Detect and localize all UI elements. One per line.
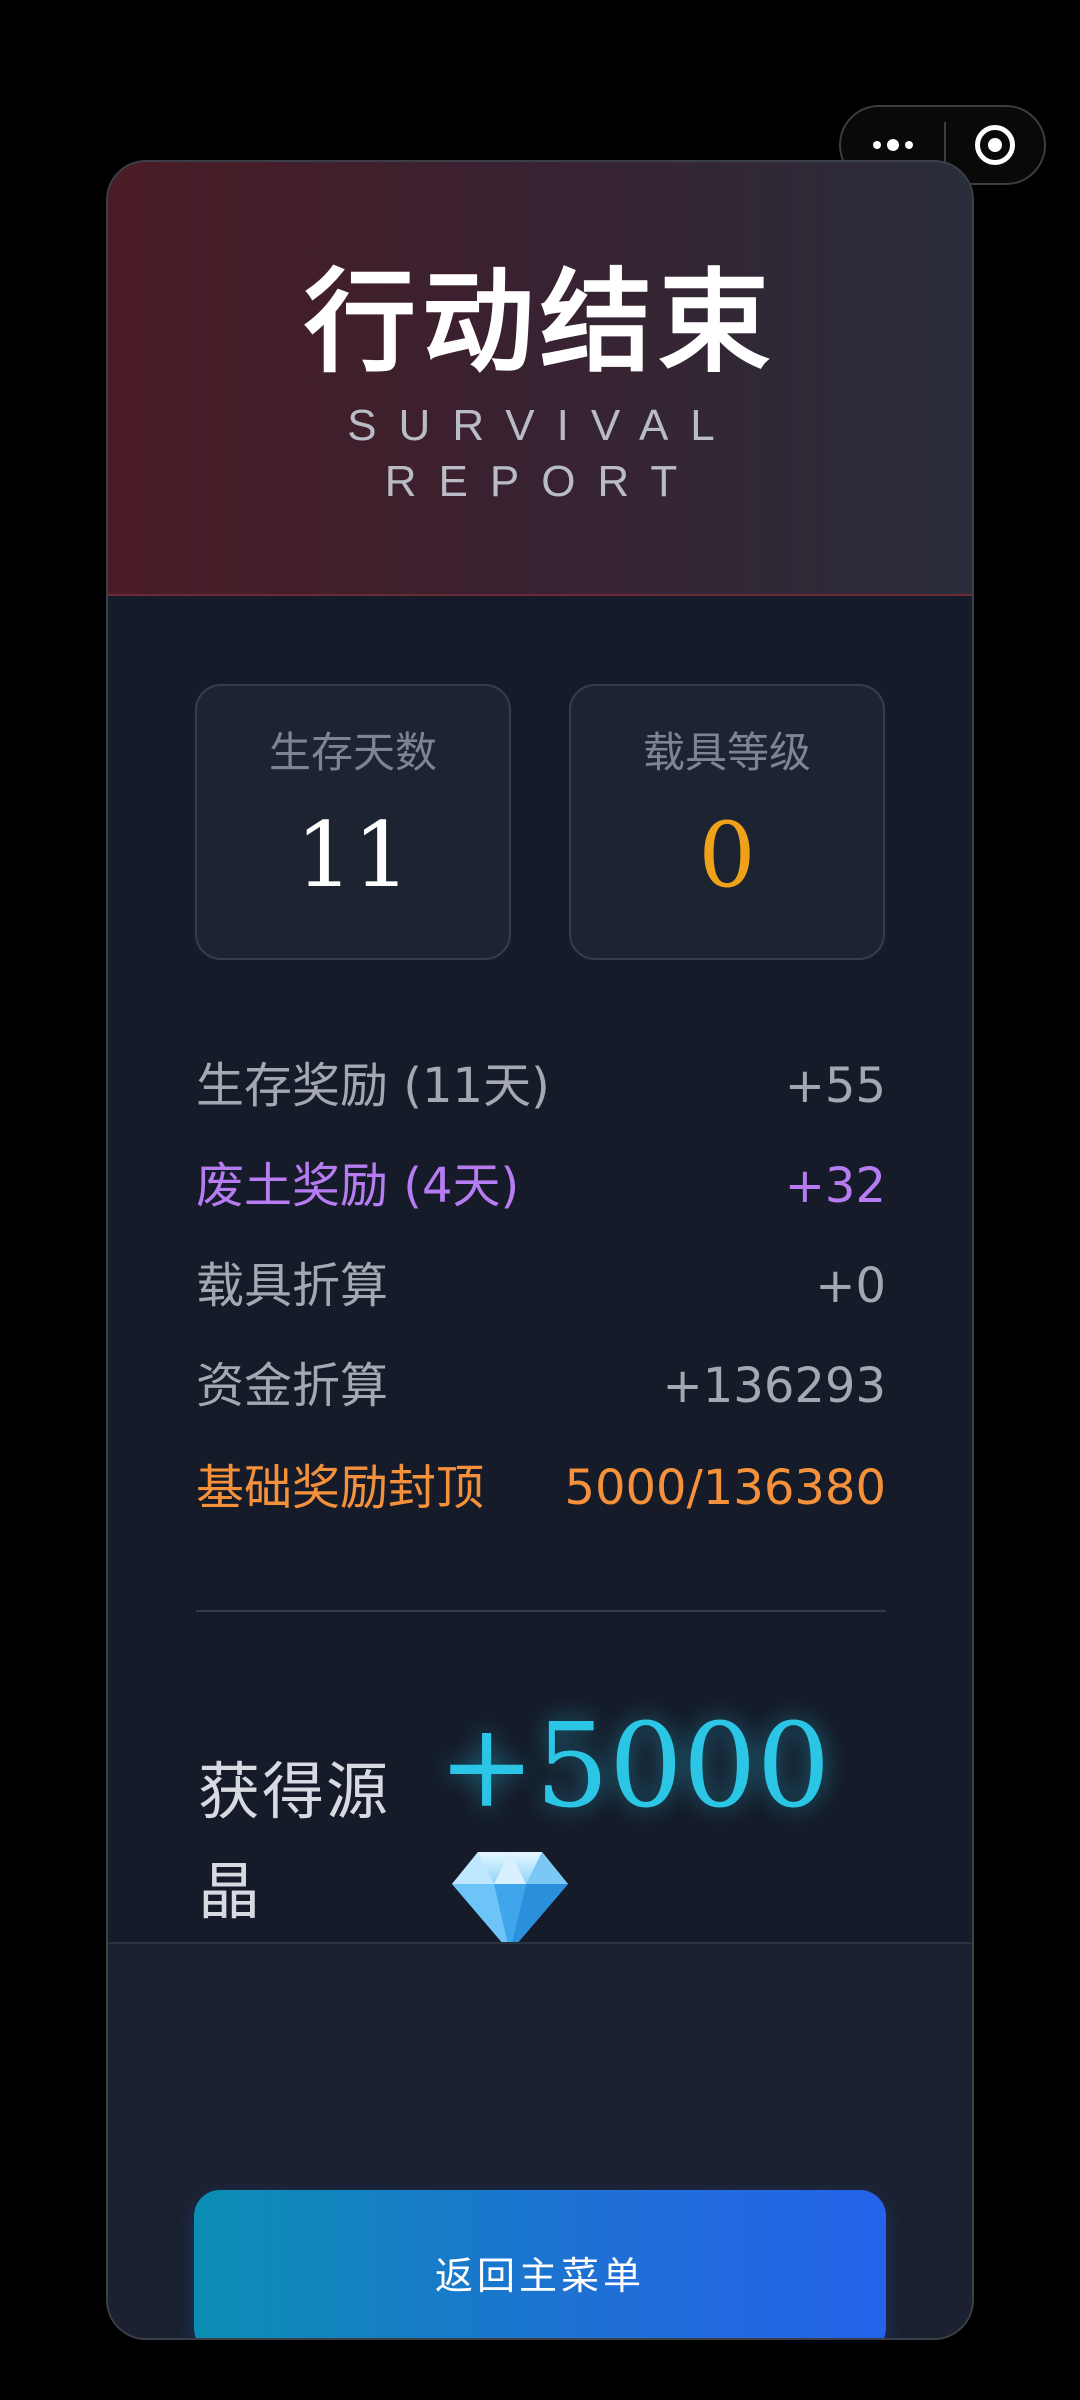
- footer-panel: 返回主菜单: [108, 1942, 972, 2338]
- screen: 行动结束 SURVIVAL REPORT 生存天数 11 载具等级 0 生存奖励…: [0, 0, 1080, 2400]
- reward-row-cap: 基础奖励封顶 5000/136380: [196, 1456, 886, 1520]
- more-icon-center-dot: [886, 139, 899, 151]
- divider: [196, 1610, 886, 1612]
- gain-value: +5000: [438, 1699, 831, 1834]
- reward-label: 资金折算: [196, 1358, 389, 1414]
- reward-value: +55: [784, 1058, 886, 1114]
- reward-row-funds: 资金折算 +136293: [196, 1354, 886, 1418]
- stat-vehicle-level: 载具等级 0: [569, 684, 885, 960]
- reward-label: 基础奖励封顶: [196, 1460, 485, 1516]
- stat-value: 11: [295, 803, 411, 908]
- back-to-main-menu-button[interactable]: 返回主菜单: [194, 2190, 886, 2338]
- stat-value: 0: [698, 803, 756, 908]
- survival-report-card: 行动结束 SURVIVAL REPORT 生存天数 11 载具等级 0 生存奖励…: [106, 160, 974, 2340]
- stat-label: 载具等级: [642, 728, 811, 777]
- reward-row-wasteland: 废土奖励 (4天) +32: [196, 1154, 886, 1218]
- target-icon: [975, 125, 1015, 165]
- gain-label: 获得源晶: [198, 1755, 391, 1928]
- reward-label: 生存奖励 (11天): [196, 1058, 550, 1114]
- reward-row-survival: 生存奖励 (11天) +55: [196, 1054, 886, 1118]
- page-title: 行动结束: [304, 257, 776, 388]
- reward-value: 5000/136380: [564, 1460, 886, 1516]
- more-icon-right-dot: [904, 141, 913, 149]
- subtitle-line-2: REPORT: [384, 457, 700, 506]
- report-subtitle: SURVIVAL REPORT: [278, 398, 806, 510]
- reward-value: +0: [815, 1258, 886, 1314]
- report-header: 行动结束 SURVIVAL REPORT: [108, 162, 972, 596]
- reward-row-vehicle: 载具折算 +0: [196, 1254, 886, 1318]
- reward-label: 载具折算: [196, 1258, 389, 1314]
- reward-label: 废土奖励 (4天): [196, 1158, 520, 1214]
- more-icon: [872, 141, 881, 149]
- stat-label: 生存天数: [268, 728, 437, 777]
- reward-value: +136293: [662, 1358, 886, 1414]
- diamond-icon: [452, 1852, 568, 1952]
- reward-value: +32: [784, 1158, 886, 1214]
- subtitle-line-1: SURVIVAL: [347, 401, 737, 450]
- stat-survival-days: 生存天数 11: [195, 684, 511, 960]
